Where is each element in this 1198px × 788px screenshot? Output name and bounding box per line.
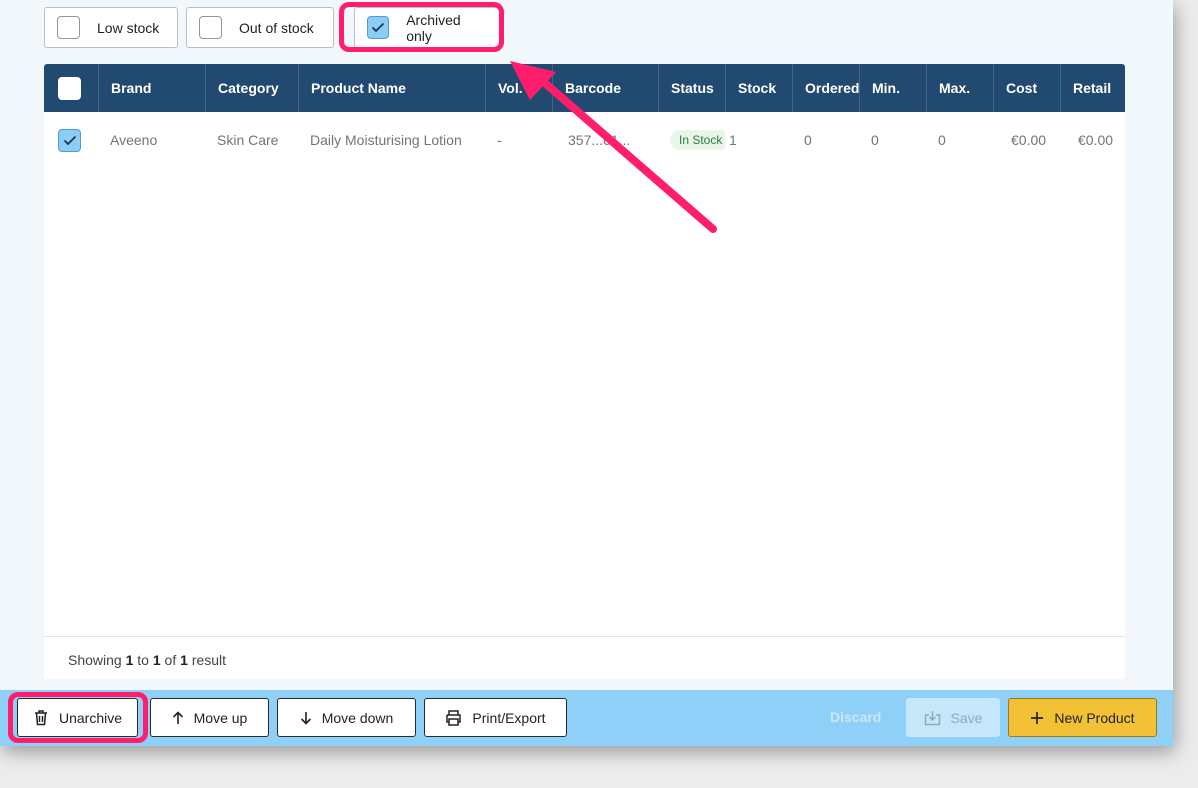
unarchive-label: Unarchive [58,709,123,726]
table-row[interactable]: Aveeno Skin Care Daily Moisturising Loti… [44,112,1125,168]
plus-icon [1031,711,1044,724]
move-down-button[interactable]: Move down [277,698,416,737]
column-header-category[interactable]: Category [205,64,298,112]
new-product-label: New Product [1054,709,1135,726]
out-of-stock-filter[interactable]: Out of stock [186,7,334,48]
arrow-down-icon [300,711,311,725]
move-down-label: Move down [321,709,394,726]
discard-button[interactable]: Discard [830,709,881,725]
action-bar: Unarchive Move up Move down Print/Export… [0,690,1173,746]
to-label: to [137,652,149,668]
column-header-max[interactable]: Max. [926,64,993,112]
save-button[interactable]: Save [906,698,1000,737]
range-to: 1 [152,652,161,668]
cell-category: Skin Care [217,132,279,148]
printer-icon [446,709,462,726]
archived-only-filter[interactable]: Archived only [354,7,500,48]
archived-only-checkbox[interactable] [367,16,390,39]
cell-max: 0 [938,132,946,148]
pagination-summary: Showing 1 to 1 of 1 result [44,636,1125,679]
cell-barcode: 357...61... [568,132,631,148]
low-stock-filter[interactable]: Low stock [44,7,178,48]
select-all-checkbox[interactable] [58,76,81,100]
result-label: result [191,652,227,668]
out-of-stock-checkbox[interactable] [199,16,222,39]
column-header-brand[interactable]: Brand [98,64,205,112]
cell-ordered: 0 [804,132,812,148]
download-icon [924,710,940,725]
column-header-status[interactable]: Status [658,64,725,112]
column-header-retail[interactable]: Retail [1060,64,1125,112]
column-header-barcode[interactable]: Barcode [552,64,658,112]
column-header-cost[interactable]: Cost [993,64,1060,112]
total-count: 1 [180,652,188,668]
cell-brand: Aveeno [110,132,158,148]
move-up-button[interactable]: Move up [150,698,269,737]
select-all-cell [44,64,98,112]
app-window: Low stock Out of stock Archived only Bra… [0,0,1173,746]
cell-status: In Stock [658,130,725,150]
check-icon [63,135,76,145]
column-header-product-name[interactable]: Product Name [298,64,485,112]
move-up-label: Move up [193,709,248,726]
check-icon [371,22,385,33]
row-checkbox[interactable] [58,128,81,152]
unarchive-button[interactable]: Unarchive [17,698,138,737]
arrow-up-icon [172,710,183,724]
column-header-stock[interactable]: Stock [725,64,792,112]
cell-retail: €0.00 [1078,132,1114,148]
showing-label: Showing [68,652,122,668]
low-stock-label: Low stock [97,19,160,36]
cell-product-name: Daily Moisturising Lotion [310,132,462,148]
archived-only-label: Archived only [406,11,461,44]
cell-min: 0 [871,132,879,148]
column-header-vol[interactable]: Vol. [485,64,552,112]
table-header: Brand Category Product Name Vol. Barcode… [44,64,1125,112]
trash-icon [34,710,47,726]
save-label: Save [950,709,983,726]
status-badge: In Stock [670,130,725,150]
row-select-cell [44,128,98,152]
new-product-button[interactable]: New Product [1008,698,1157,737]
products-table: Brand Category Product Name Vol. Barcode… [44,64,1125,679]
cell-stock: 1 [729,132,737,148]
low-stock-checkbox[interactable] [57,16,80,39]
print-export-label: Print/Export [472,709,546,726]
range-from: 1 [125,652,134,668]
column-header-ordered[interactable]: Ordered [792,64,859,112]
print-export-button[interactable]: Print/Export [424,698,567,737]
cell-vol: - [497,132,502,148]
column-header-min[interactable]: Min. [859,64,926,112]
out-of-stock-label: Out of stock [239,19,314,36]
filter-bar: Low stock Out of stock Archived only [44,7,500,48]
of-label: of [164,652,177,668]
cell-cost: €0.00 [1011,132,1047,148]
